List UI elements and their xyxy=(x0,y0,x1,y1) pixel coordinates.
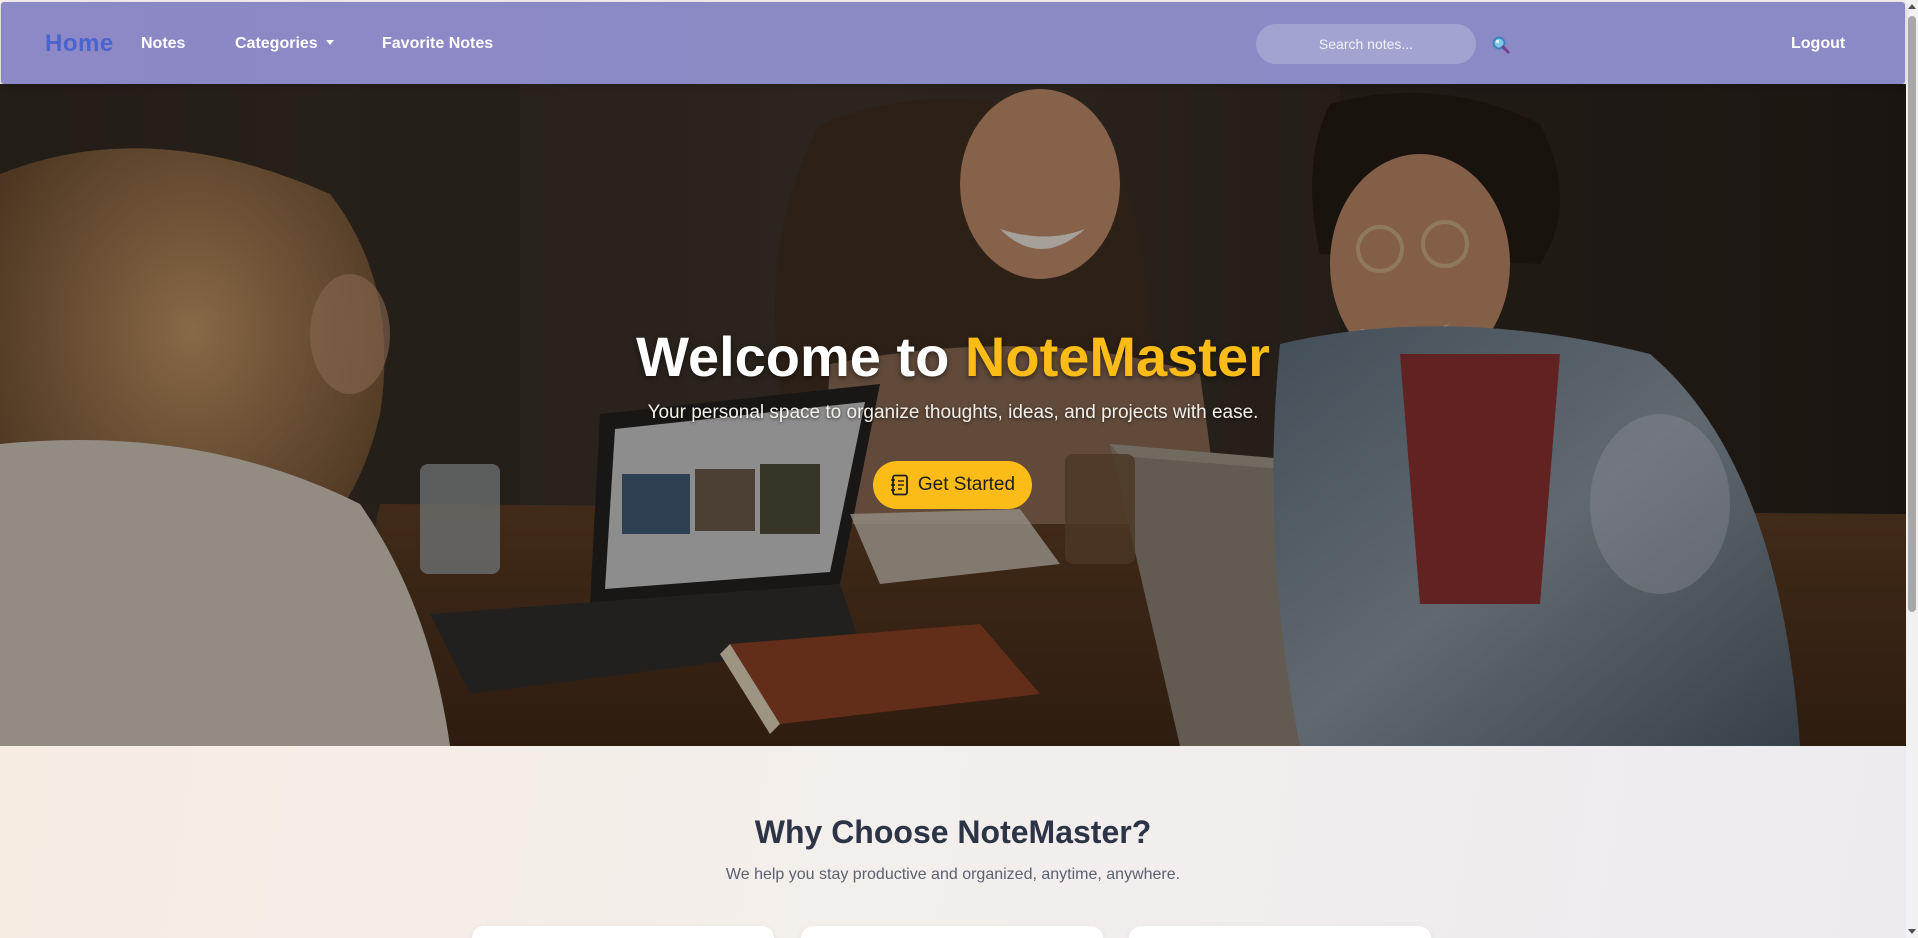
nav-link-favorite-notes[interactable]: Favorite Notes xyxy=(382,35,493,53)
get-started-label: Get Started xyxy=(917,474,1016,495)
search-input[interactable] xyxy=(1256,24,1476,64)
hero-title-brand: NoteMaster xyxy=(964,325,1270,388)
scroll-up-arrow-icon[interactable] xyxy=(1908,4,1916,9)
notebook-icon xyxy=(890,474,908,496)
feature-card xyxy=(801,926,1103,938)
hero-section: Welcome to NoteMaster Your personal spac… xyxy=(0,84,1906,746)
nav-dropdown-categories-label: Categories xyxy=(235,35,318,52)
features-subtitle: We help you stay productive and organize… xyxy=(725,866,1181,883)
logout-button[interactable]: Logout xyxy=(1791,35,1845,53)
hero-title: Welcome to NoteMaster xyxy=(0,324,1906,389)
hero-title-prefix: Welcome to xyxy=(636,325,965,388)
scrollbar-thumb[interactable] xyxy=(1908,16,1916,612)
page-scrollbar[interactable] xyxy=(1906,0,1918,938)
nav-link-notes[interactable]: Notes xyxy=(141,35,185,53)
feature-card xyxy=(472,926,774,938)
get-started-button[interactable]: Get Started xyxy=(873,461,1032,509)
search-icon[interactable] xyxy=(1491,35,1513,55)
top-navbar: Home Notes Categories Favorite Notes Log… xyxy=(1,2,1905,84)
features-title: Why Choose NoteMaster? xyxy=(754,814,1152,850)
caret-down-icon xyxy=(325,40,334,45)
nav-dropdown-categories[interactable]: Categories xyxy=(235,35,334,53)
scroll-down-arrow-icon[interactable] xyxy=(1908,929,1916,934)
hero-subtitle: Your personal space to organize thoughts… xyxy=(647,402,1259,423)
features-section: Why Choose NoteMaster? We help you stay … xyxy=(0,746,1906,938)
feature-card xyxy=(1129,926,1431,938)
brand-home-link[interactable]: Home xyxy=(45,30,114,58)
